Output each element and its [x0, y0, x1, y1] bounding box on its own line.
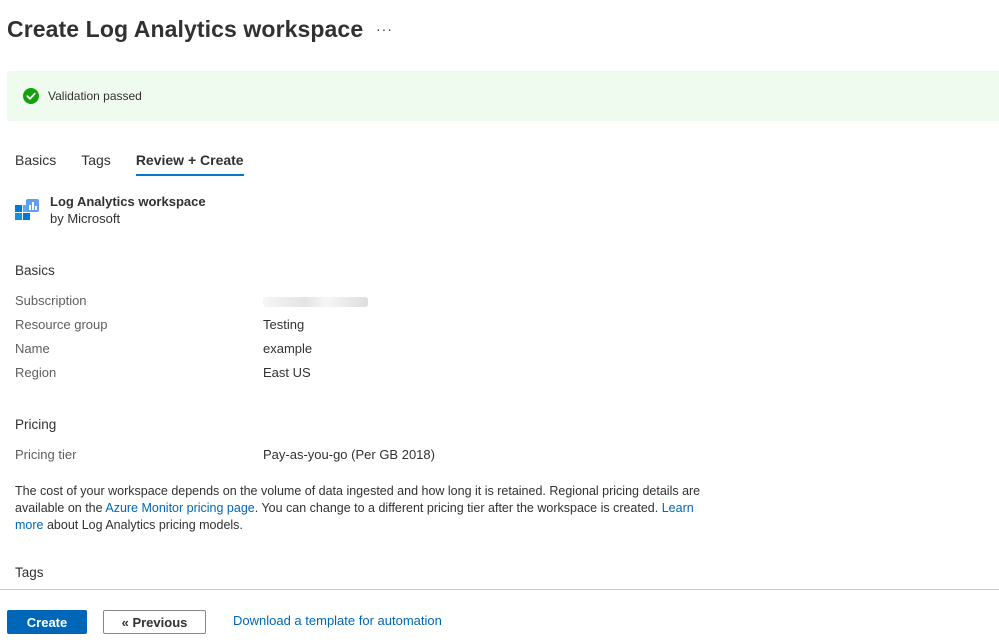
summary-row: Name example — [15, 341, 312, 356]
tab-basics[interactable]: Basics — [15, 152, 56, 176]
tab-list: Basics Tags Review + Create — [15, 152, 269, 176]
product-header: Log Analytics workspace by Microsoft — [15, 193, 206, 228]
azure-monitor-pricing-link[interactable]: Azure Monitor pricing page — [105, 501, 254, 515]
desc-text: . You can change to a different pricing … — [254, 501, 662, 515]
row-value: East US — [263, 365, 311, 380]
row-value: Testing — [263, 317, 305, 332]
pricing-description: The cost of your workspace depends on th… — [15, 483, 715, 534]
row-label: Subscription — [15, 293, 87, 308]
summary-row: Pricing tier Pay-as-you-go (Per GB 2018) — [15, 447, 435, 462]
product-publisher: by Microsoft — [50, 211, 121, 226]
more-options-icon[interactable]: ··· — [376, 21, 393, 37]
redacted-value — [263, 297, 368, 307]
summary-row: Subscription — [15, 293, 368, 308]
download-template-link[interactable]: Download a template for automation — [233, 613, 442, 628]
log-analytics-icon — [15, 199, 39, 220]
basics-heading: Basics — [15, 263, 55, 278]
row-value: example — [263, 341, 313, 356]
summary-row: Resource group Testing — [15, 317, 304, 332]
page-title: Create Log Analytics workspace — [7, 16, 364, 42]
header: Create Log Analytics workspace — [7, 16, 363, 43]
create-button[interactable]: Create — [7, 610, 87, 634]
product-name: Log Analytics workspace — [50, 194, 206, 209]
summary-row: Region East US — [15, 365, 311, 380]
tags-heading: Tags — [15, 565, 44, 580]
pricing-heading: Pricing — [15, 417, 57, 432]
row-value: Pay-as-you-go (Per GB 2018) — [263, 447, 435, 462]
banner-text: Validation passed — [48, 89, 142, 103]
row-label: Region — [15, 365, 57, 380]
validation-banner: Validation passed — [7, 71, 999, 121]
previous-button[interactable]: « Previous — [103, 610, 206, 634]
footer-divider — [0, 589, 999, 590]
tab-review-create[interactable]: Review + Create — [135, 152, 244, 176]
row-label: Resource group — [15, 317, 108, 332]
check-circle-icon — [23, 88, 39, 104]
row-label: Pricing tier — [15, 447, 77, 462]
tab-tags[interactable]: Tags — [81, 152, 111, 176]
row-label: Name — [15, 341, 50, 356]
product-info: Log Analytics workspace by Microsoft — [50, 193, 206, 228]
desc-text: about Log Analytics pricing models. — [43, 518, 243, 532]
